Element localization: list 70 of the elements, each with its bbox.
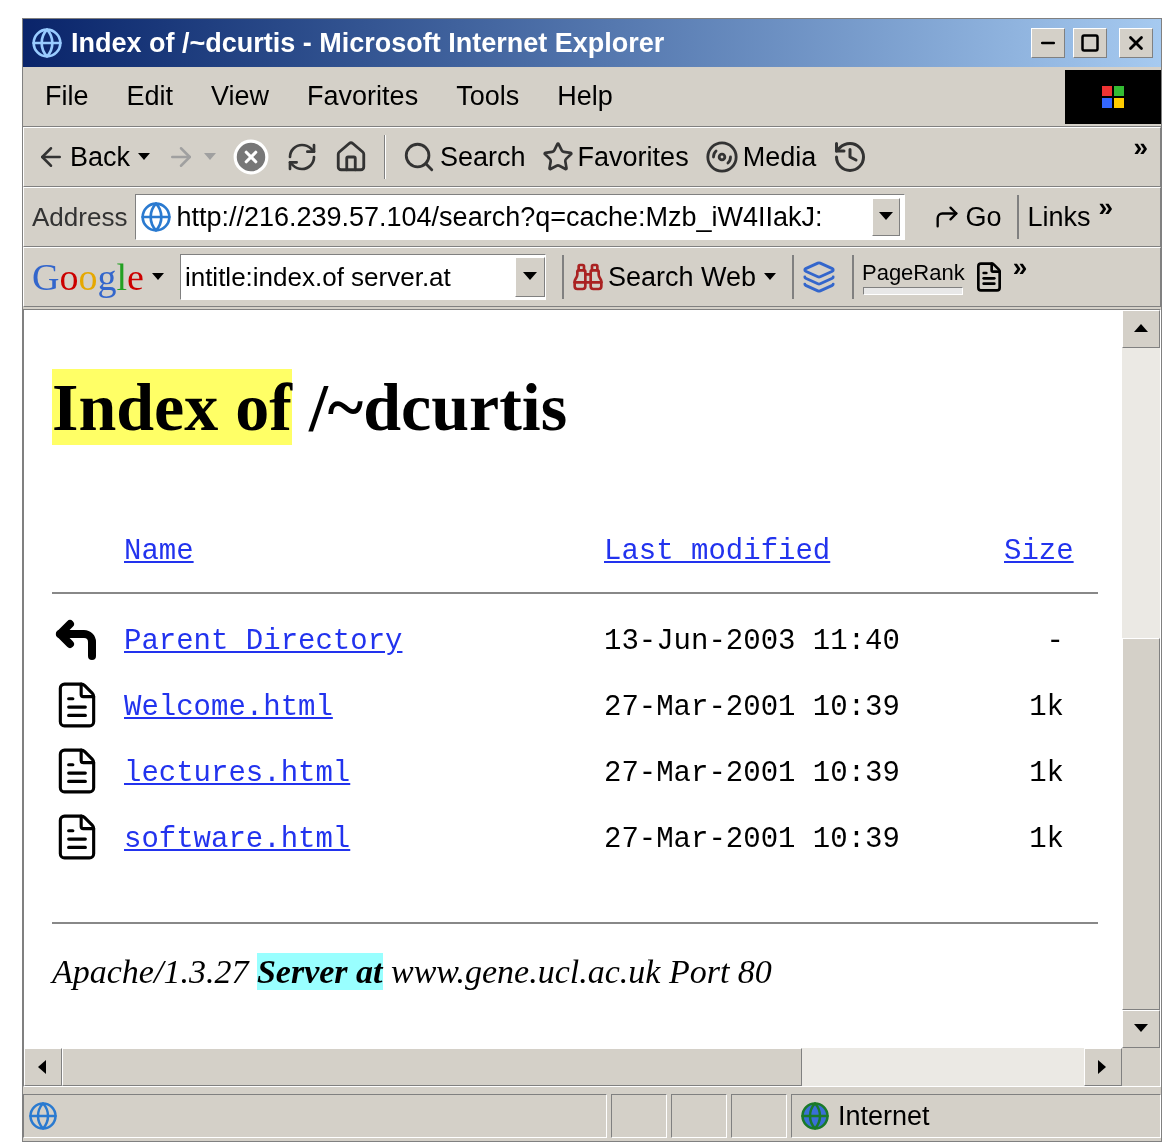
modified-date: 27-Mar-2001 10:39 (604, 756, 901, 792)
scroll-right-button[interactable] (1084, 1048, 1122, 1086)
search-field[interactable]: intitle:index.of server.at (179, 254, 546, 300)
toolbar-button[interactable]: Media (704, 136, 817, 178)
scroll-left-button[interactable] (24, 1048, 62, 1086)
maximize-icon[interactable] (1080, 33, 1100, 53)
search-web-button[interactable]: Search Web (571, 256, 756, 298)
menu-item[interactable]: Edit (126, 76, 174, 117)
google-logo[interactable]: Google (32, 248, 144, 306)
links-button[interactable]: Links (1027, 196, 1091, 238)
caret-icon[interactable] (763, 273, 776, 281)
modified-date: 13-Jun-2003 11:40 (604, 624, 901, 660)
caret-icon[interactable] (151, 273, 164, 281)
overflow-chevron[interactable]: » (1012, 248, 1028, 287)
file-size: - (1045, 624, 1064, 660)
menu-item[interactable]: Tools (456, 76, 520, 117)
go-button[interactable]: Go (933, 196, 1002, 238)
address-field[interactable]: http://216.239.57.104/search?q=cache:Mzb_iW4IIakJ: (135, 194, 906, 240)
toolbar-button[interactable]: Back (36, 136, 131, 178)
scroll-thumb[interactable] (62, 1048, 802, 1086)
column-header-link[interactable]: Name (124, 530, 604, 574)
horizontal-scrollbar[interactable] (24, 1048, 1122, 1086)
modified-date: 27-Mar-2001 10:39 (604, 690, 901, 726)
security-zone: Internet (838, 1099, 930, 1133)
overflow-chevron[interactable]: » (1133, 128, 1148, 167)
stop-button[interactable] (232, 138, 271, 176)
menu-item[interactable]: File (45, 76, 89, 117)
toolbar-button[interactable]: Favorites (541, 136, 689, 178)
file-size: 1k (1028, 690, 1064, 726)
vertical-scrollbar[interactable] (1122, 310, 1160, 1048)
column-header-link[interactable]: Last modified (604, 530, 1004, 574)
window-title: Index of /~dcurtis - Microsoft Internet Explorer (71, 26, 666, 60)
overflow-chevron[interactable]: » (1098, 188, 1113, 227)
address-text: http://216.239.57.104/search?q=cache:Mzb_iW4IIakJ: (176, 200, 824, 234)
dropdown-button[interactable] (514, 257, 545, 297)
status-panel (671, 1094, 727, 1138)
file-link[interactable]: Welcome.html (124, 686, 604, 730)
status-panel (731, 1094, 787, 1138)
page-heading: Index of /~dcurtis (52, 368, 569, 447)
file-size: 1k (1028, 822, 1064, 858)
status-panel (611, 1094, 667, 1138)
address-label: Address (32, 200, 128, 234)
star-icon[interactable] (541, 141, 574, 173)
windows-logo-icon (1065, 69, 1161, 124)
column-header-link[interactable]: Size (1004, 530, 1074, 574)
close-button[interactable] (1119, 28, 1153, 58)
caret-icon[interactable] (138, 153, 151, 161)
scroll-down-button[interactable] (1122, 1010, 1160, 1048)
dropdown-button[interactable] (872, 198, 901, 236)
file-size: 1k (1028, 756, 1064, 792)
menu-item[interactable]: Help (557, 76, 613, 117)
binoculars-icon[interactable] (571, 261, 604, 293)
menu-item[interactable]: Favorites (307, 76, 419, 117)
file-link[interactable]: lectures.html (124, 752, 604, 796)
server-signature: Apache/1.3.27 Server at www.gene.ucl.ac.uk Port 80 (52, 951, 773, 992)
maximize-button[interactable] (1073, 28, 1107, 58)
file-link[interactable]: Parent Directory (124, 620, 604, 664)
scroll-thumb[interactable] (1122, 638, 1160, 1010)
page-icon (140, 201, 173, 233)
disc-icon[interactable] (704, 140, 739, 174)
page-icon (28, 1101, 58, 1131)
file-link[interactable]: software.html (124, 818, 604, 862)
toolbar-button[interactable]: Search (402, 136, 526, 178)
pagerank-label: PageRank (861, 259, 965, 287)
globe-icon (800, 1101, 830, 1131)
modified-date: 27-Mar-2001 10:39 (604, 822, 901, 858)
scroll-up-button[interactable] (1122, 310, 1160, 348)
menu-item[interactable]: View (211, 76, 270, 117)
layers-icon[interactable] (801, 260, 836, 294)
minimize-button[interactable] (1031, 28, 1065, 58)
